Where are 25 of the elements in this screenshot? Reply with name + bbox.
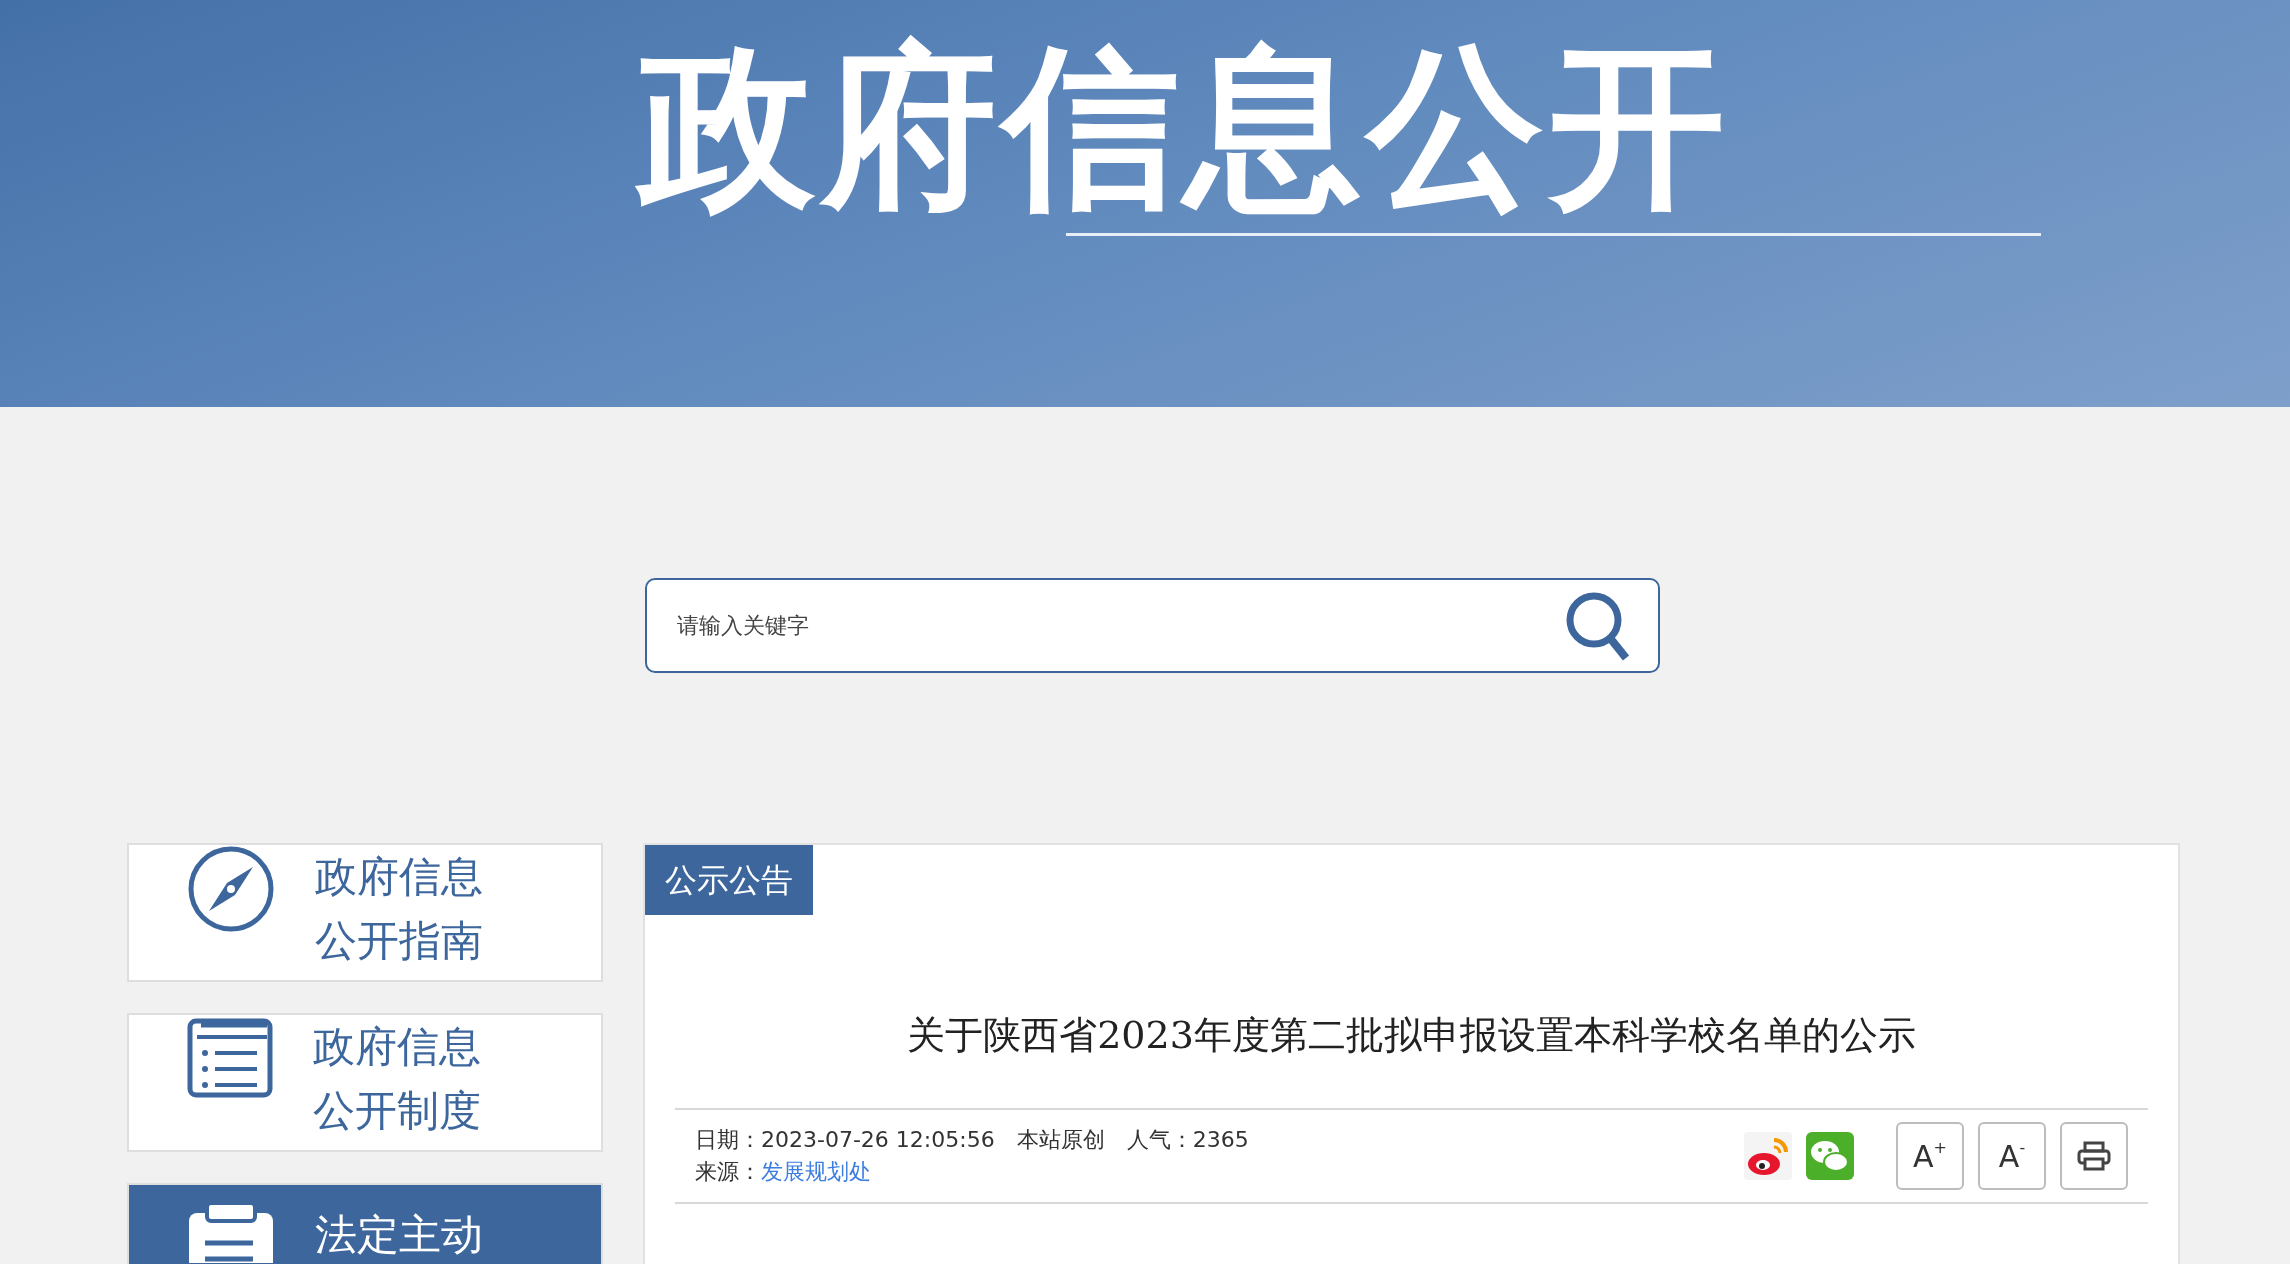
sidebar-item-label: 政府信息	[315, 851, 483, 903]
source-link[interactable]: 发展规划处	[761, 1156, 871, 1188]
print-button[interactable]	[2060, 1122, 2128, 1190]
source-label: 来源：	[695, 1158, 761, 1186]
article-title: 关于陕西省2023年度第二批拟申报设置本科学校名单的公示	[907, 1012, 1916, 1059]
sidebar-item[interactable]: 政府信息 公开指南	[127, 843, 603, 982]
font-decrease-button[interactable]: A$^{-}$	[1978, 1122, 2046, 1190]
sidebar-item-label: 公开制度	[313, 1085, 481, 1137]
section-tab[interactable]: 公示公告	[645, 845, 813, 915]
clipboard-icon	[187, 1203, 275, 1263]
wechat-icon[interactable]	[1806, 1132, 1854, 1180]
sidebar-item-label: 法定主动	[315, 1209, 483, 1261]
weibo-icon[interactable]	[1744, 1132, 1792, 1180]
sidebar-item-label: 政府信息	[313, 1021, 481, 1073]
search-field[interactable]: 请输入关键字	[645, 578, 1660, 673]
views-text: 人气：2365	[1126, 1126, 1249, 1154]
search-icon[interactable]	[1564, 590, 1630, 662]
date-text: 日期：2023-07-26 12:05:56	[695, 1126, 995, 1154]
compass-icon	[187, 845, 275, 933]
sidebar-item[interactable]: 法定主动	[127, 1183, 603, 1264]
origin-text: 本站原创	[1016, 1126, 1105, 1154]
sidebar-item[interactable]: 政府信息 公开制度	[127, 1013, 603, 1152]
sidebar-item-label: 公开指南	[315, 915, 483, 967]
printer-icon	[2077, 1141, 2111, 1171]
font-increase-button[interactable]: A$^{+}$	[1896, 1122, 1964, 1190]
